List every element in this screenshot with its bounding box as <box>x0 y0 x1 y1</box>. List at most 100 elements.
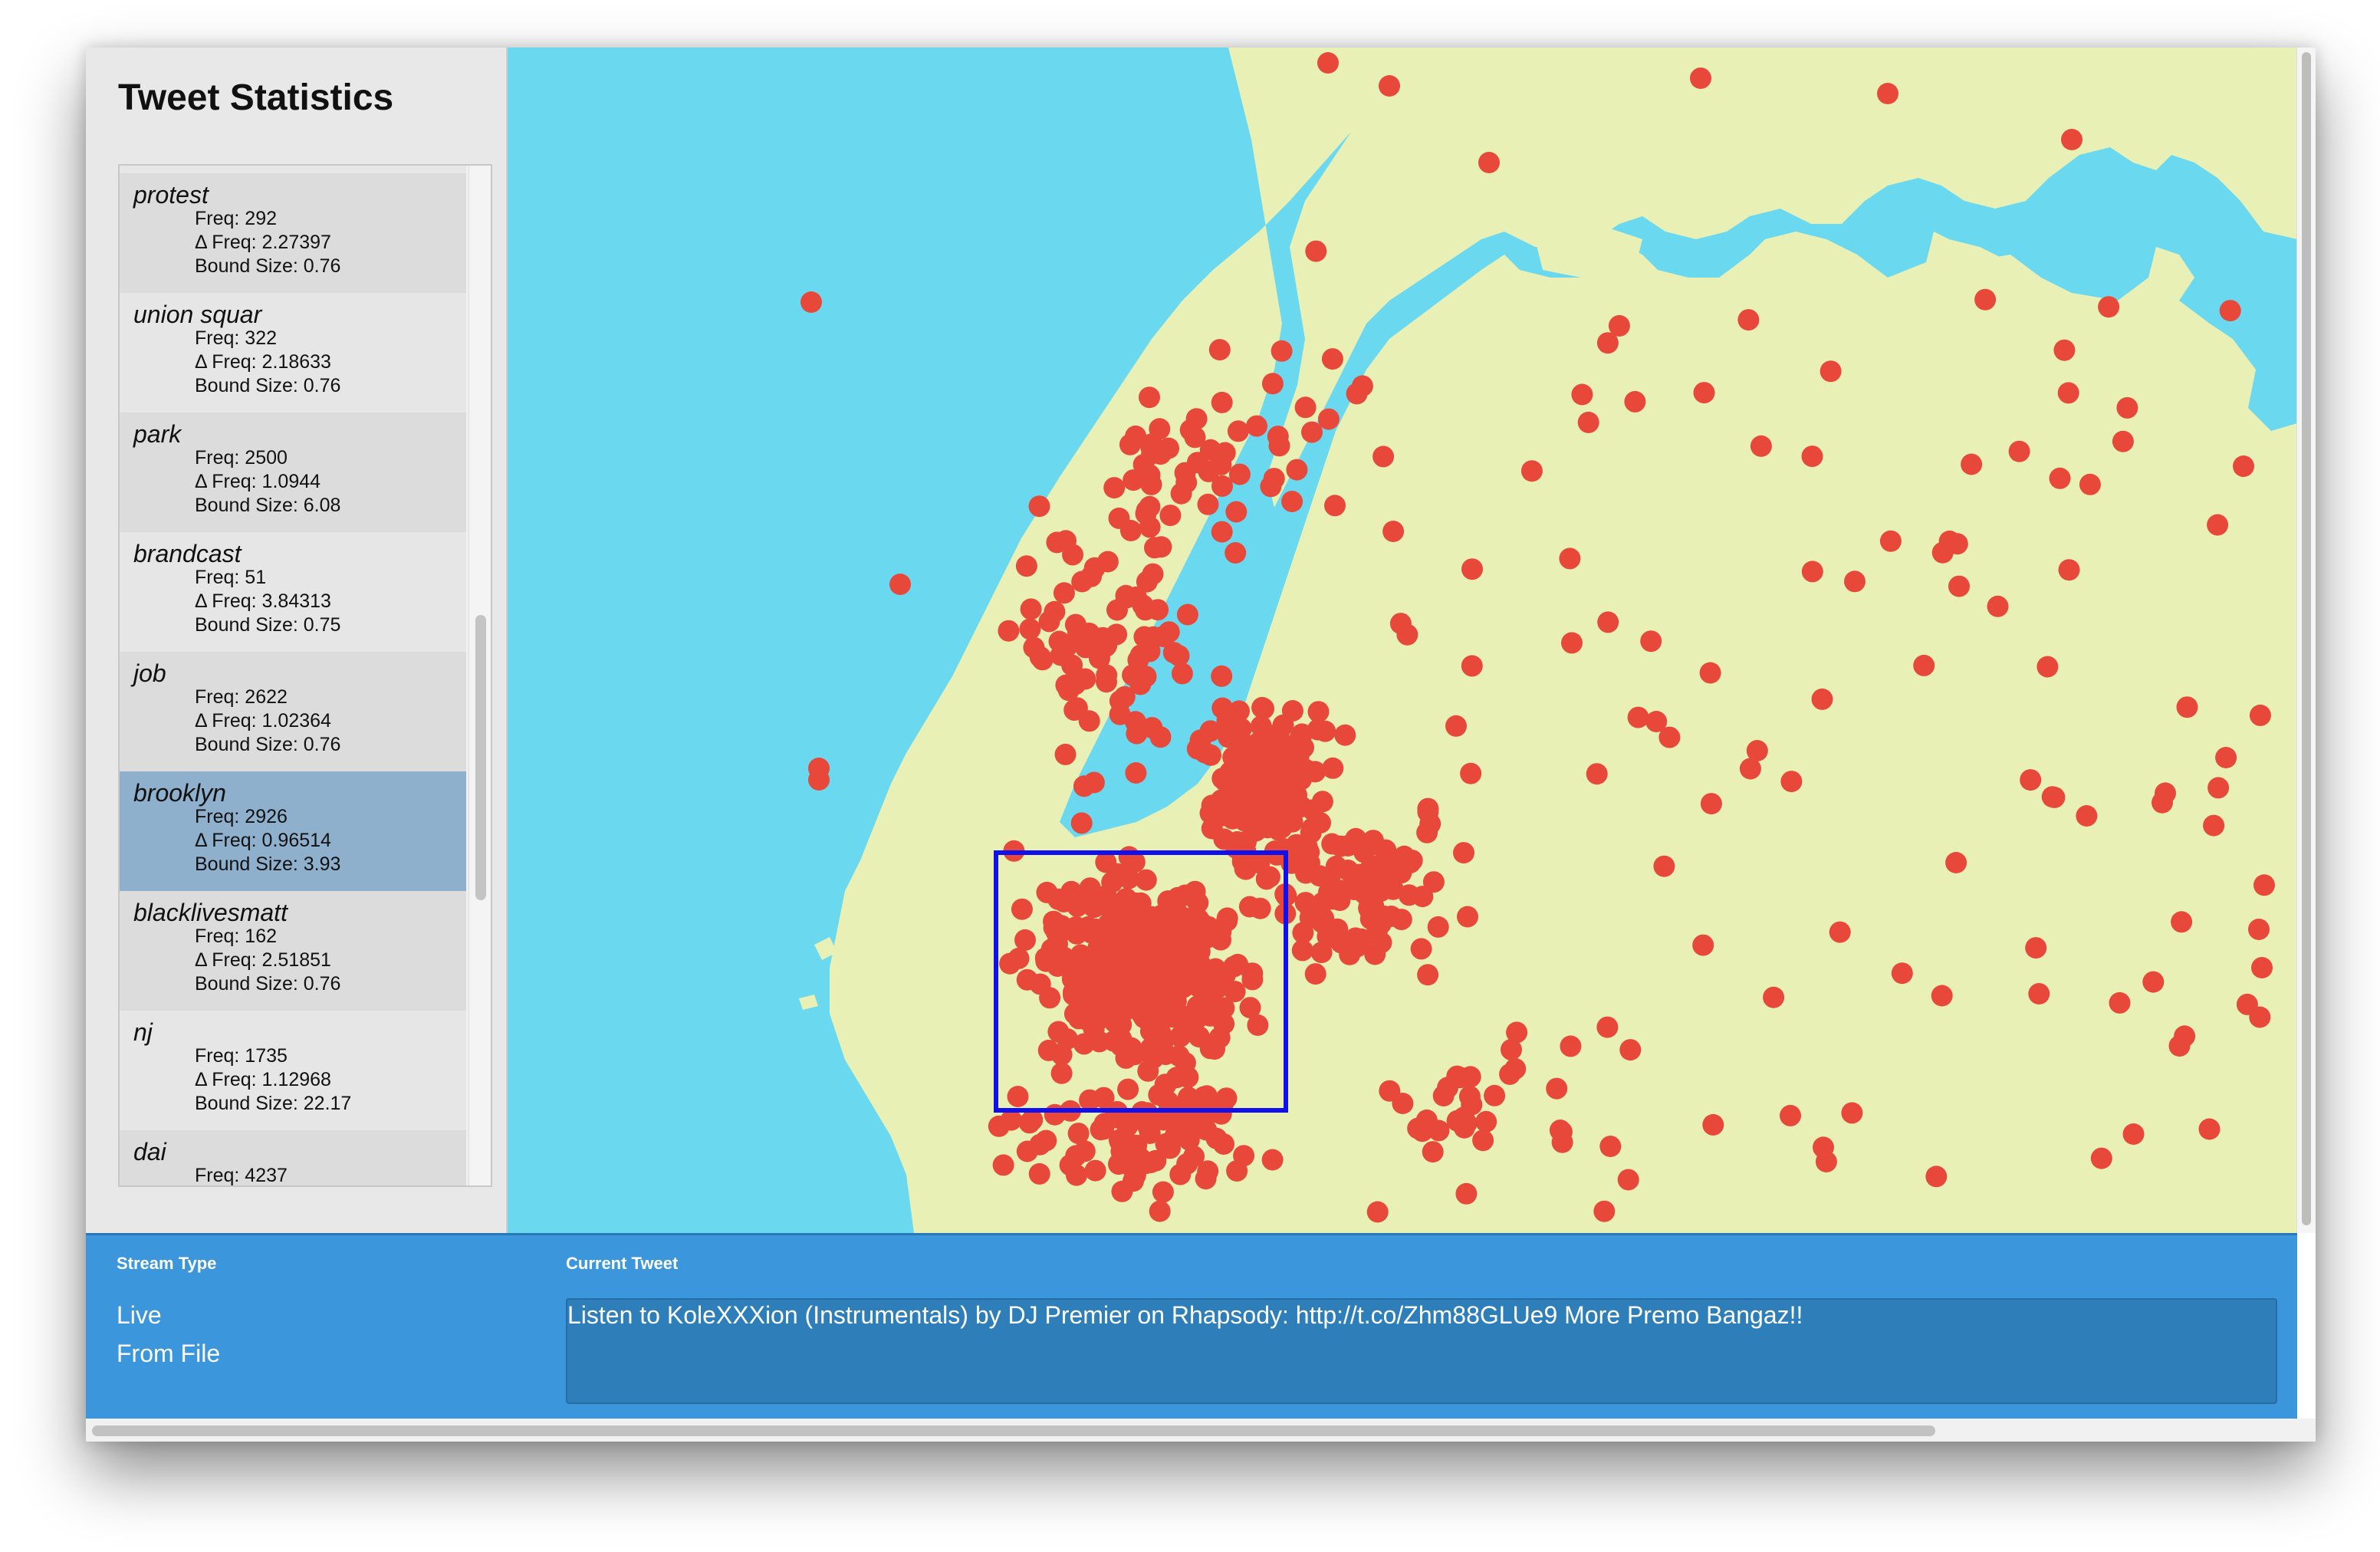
tweet-dot <box>1597 611 1619 633</box>
tweet-dot <box>1455 1182 1478 1205</box>
stream-live-option[interactable]: Live <box>117 1301 162 1330</box>
tweet-dot <box>2176 696 2198 718</box>
term-bound: Bound Size: 6.08 <box>195 495 341 516</box>
term-list-item[interactable]: blacklivesmatt Freq: 162 Δ Freq: 2.51851 Bo… <box>120 891 466 1011</box>
term-freq: Freq: 2622 <box>195 686 288 708</box>
statistics-sidebar: Tweet Statistics Bound Size: 0.76protest… <box>86 48 508 1233</box>
tweet-dot <box>1737 309 1760 331</box>
tweet-dot <box>2079 473 2101 495</box>
tweet-dot <box>1135 666 1157 688</box>
tweet-dot <box>2109 991 2131 1014</box>
term-label: job <box>133 659 166 687</box>
tweet-dot <box>1261 1149 1284 1171</box>
tweet-dot <box>1246 415 1267 437</box>
tweet-dot <box>1261 373 1284 395</box>
tweet-dot <box>1020 598 1042 620</box>
tweet-dot <box>2219 300 2241 322</box>
term-list-item[interactable]: brandcast Freq: 51 Δ Freq: 3.84313 Bound Si… <box>120 532 466 652</box>
page-vertical-scrollbar[interactable] <box>2296 48 2316 1233</box>
term-freq: Freq: 322 <box>195 327 278 349</box>
tweet-dot <box>1546 1077 1568 1100</box>
tweet-dot <box>1132 594 1154 617</box>
term-list-item[interactable]: nj Freq: 1735 Δ Freq: 1.12968 Bound Size: 2… <box>120 1011 466 1130</box>
term-list-item[interactable]: park Freq: 2500 Δ Freq: 1.0944 Bound Size: … <box>120 413 466 532</box>
tweet-dot <box>1931 985 1953 1007</box>
tweet-dot <box>2112 430 2134 452</box>
tweet-dot <box>1097 917 1119 939</box>
term-freq: Freq: 2926 <box>195 806 288 827</box>
tweet-dot <box>1224 715 1246 737</box>
tweet-dot <box>1158 437 1179 459</box>
tweet-dot <box>1596 1016 1619 1038</box>
current-tweet-label: Current Tweet <box>566 1254 679 1273</box>
tweet-dot <box>2236 993 2258 1015</box>
term-dfreq: Δ Freq: 2.18633 <box>195 351 331 373</box>
tweet-dot <box>1071 570 1093 593</box>
tweet-dot <box>2053 339 2076 361</box>
tweet-dot <box>1037 1039 1060 1061</box>
term-bound: Bound Size: 0.76 <box>195 973 341 995</box>
tweet-dot <box>1188 962 1210 983</box>
tweet-dot <box>1093 1118 1114 1140</box>
tweet-dot <box>1504 1057 1527 1080</box>
tweet-dot <box>1948 575 1970 597</box>
tweet-dot <box>1135 1152 1157 1175</box>
tweet-dot <box>1702 1113 1724 1136</box>
tweet-dot <box>1693 382 1715 404</box>
tweet-dot <box>1432 1085 1455 1106</box>
term-list-item[interactable]: union squar Freq: 322 Δ Freq: 2.18633 Bound… <box>120 293 466 413</box>
tweet-dot <box>1501 1038 1522 1060</box>
term-list-item[interactable]: dai Freq: 4237 <box>120 1130 466 1185</box>
page-horizontal-scroll-thumb[interactable] <box>92 1425 1935 1436</box>
tweet-dot <box>1314 720 1336 742</box>
tweet-dot <box>1586 763 1608 785</box>
tweet-dot <box>1132 975 1153 997</box>
term-list-item[interactable]: protest Freq: 292 Δ Freq: 2.27397 Bound Siz… <box>120 173 466 293</box>
term-dfreq: Δ Freq: 1.0944 <box>195 471 321 492</box>
term-list-item[interactable]: brooklyn Freq: 2926 Δ Freq: 0.96514 Bound S… <box>120 771 466 891</box>
tweet-dot <box>2174 1025 2196 1047</box>
tweet-dot <box>1007 1086 1029 1107</box>
tweet-dot <box>1844 570 1866 593</box>
tweet-dot <box>800 291 822 313</box>
tweet-dot <box>1079 877 1101 899</box>
term-label: blacklivesmatt <box>133 899 288 926</box>
term-freq: Freq: 162 <box>195 926 278 947</box>
bottom-panel: Stream Type Live From File Current Tweet… <box>86 1233 2297 1421</box>
tweet-dot <box>1484 1084 1506 1106</box>
term-list-item[interactable]: Bound Size: 0.76 <box>120 166 466 173</box>
page-vertical-scroll-thumb[interactable] <box>2302 52 2311 1225</box>
stream-from-file-option[interactable]: From File <box>117 1340 220 1368</box>
tweet-dot <box>1811 688 1833 710</box>
term-list-item[interactable]: job Freq: 2622 Δ Freq: 1.02364 Bound Size: … <box>120 652 466 771</box>
tweet-dot <box>1561 632 1583 654</box>
tweet-dot <box>1891 962 1913 985</box>
tweet-dot <box>1301 421 1323 443</box>
term-list-scrollbar[interactable] <box>468 166 491 1185</box>
tweet-dot <box>1379 75 1400 97</box>
term-list: Bound Size: 0.76 protestFreq: 292 Δ Freq: … <box>120 166 466 1185</box>
tweet-dot <box>1008 948 1030 969</box>
tweet-dot <box>1211 391 1233 413</box>
tweet-dot <box>1560 1035 1582 1057</box>
tweet-dot <box>1366 1201 1389 1223</box>
tweet-map[interactable] <box>508 48 2297 1233</box>
tweet-dot <box>1228 463 1251 485</box>
tweet-dot <box>1913 654 1935 676</box>
tweet-dot <box>1241 962 1264 985</box>
tweet-dot <box>1035 950 1057 972</box>
tweet-dot <box>1445 715 1467 737</box>
tweet-dot <box>2020 769 2042 791</box>
term-list-scroll-thumb[interactable] <box>475 615 486 900</box>
tweet-dot <box>1304 761 1326 783</box>
tweet-dot <box>1011 898 1033 920</box>
tweet-dot <box>1324 495 1346 517</box>
tweet-dot <box>1201 817 1223 840</box>
tweet-dot <box>2249 704 2271 726</box>
page-horizontal-scrollbar[interactable] <box>86 1419 2316 1442</box>
tweet-dot <box>1018 1112 1040 1134</box>
sidebar-title: Tweet Statistics <box>118 77 394 118</box>
tweet-dot <box>1139 1037 1162 1060</box>
tweet-dot <box>1252 757 1274 779</box>
tweet-dot <box>1475 1110 1497 1133</box>
